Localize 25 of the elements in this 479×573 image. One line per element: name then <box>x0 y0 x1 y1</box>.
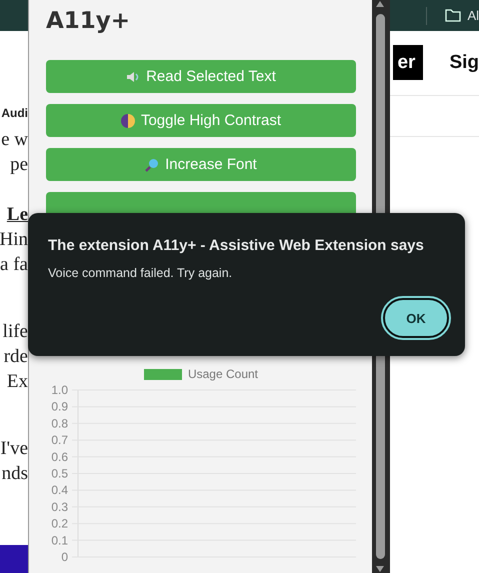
article-text: e w <box>0 128 28 152</box>
axis-tick-label: 0.8 <box>51 416 68 430</box>
article-text: I've <box>0 437 28 461</box>
article-heading: Audi <box>0 105 28 122</box>
axis-tick-label: 0.4 <box>51 483 68 498</box>
axis-tick-label: 0.9 <box>51 400 68 414</box>
axis-tick-label: 0.6 <box>51 450 68 464</box>
article-text: life <box>2 320 28 344</box>
article-text: a fa <box>0 253 28 277</box>
legend-label: Usage Count <box>188 367 258 381</box>
axis-tick-label: 0 <box>61 550 68 564</box>
article-text: rde <box>2 345 28 369</box>
article-text: Ex <box>6 370 28 394</box>
axis-tick-label: 1.0 <box>51 384 68 397</box>
axis-tick-label: 0.7 <box>51 433 68 448</box>
axis-tick-label: 0.3 <box>51 500 68 514</box>
axis-tick-label: 0.5 <box>51 466 68 480</box>
dialog-message: Voice command failed. Try again. <box>48 266 234 280</box>
axis-tick-label: 0.2 <box>51 516 68 531</box>
popup-title: A11y+ <box>46 8 132 34</box>
article-text: nds <box>0 462 28 486</box>
dialog-title: The extension A11y+ - Assistive Web Extension says <box>48 237 425 254</box>
article-text: Hin <box>0 228 28 252</box>
axis-tick-label: 0.1 <box>51 533 68 548</box>
article-text: pe <box>9 153 28 177</box>
